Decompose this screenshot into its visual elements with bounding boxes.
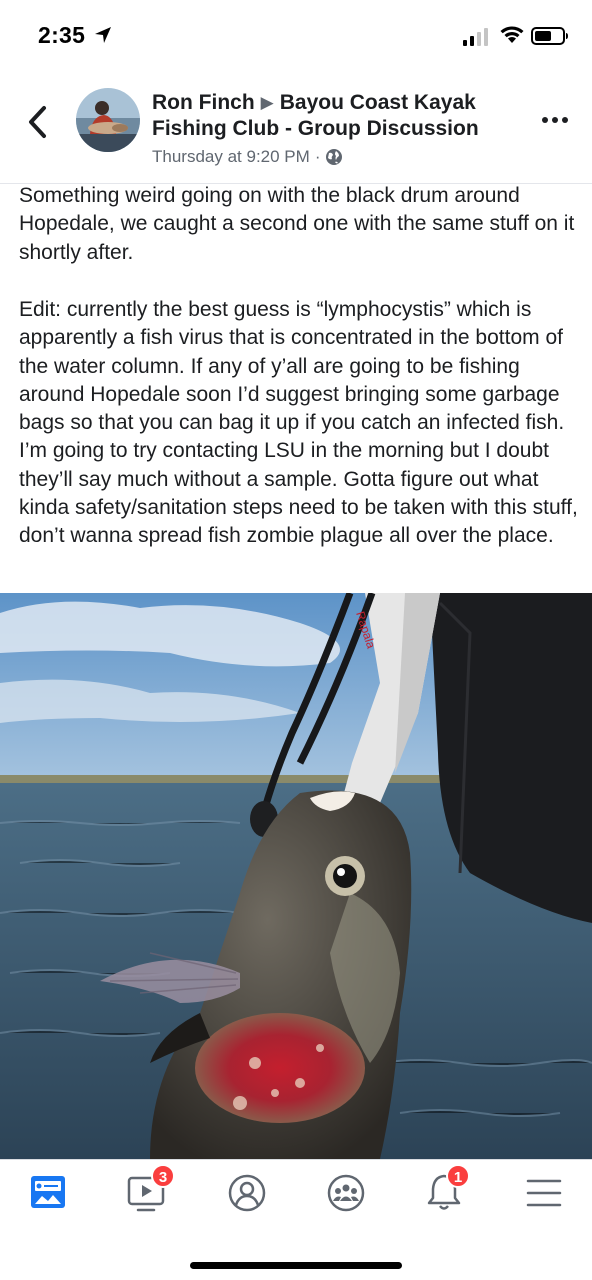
nav-groups[interactable] [322,1170,370,1216]
location-arrow-icon [95,27,111,43]
cellular-signal-icon [463,28,488,46]
nav-news-feed[interactable] [25,1170,73,1216]
nav-menu[interactable] [520,1170,568,1216]
nav-watch[interactable]: 3 [123,1164,175,1216]
profile-icon [228,1174,266,1212]
status-bar: 2:35 [0,0,592,72]
post-header: Ron Finch ▶ Bayou Coast Kayak Fishing Club… [0,72,592,184]
wifi-icon [500,26,524,43]
nav-profile[interactable] [223,1170,271,1216]
menu-icon [526,1179,562,1207]
globe-icon [326,149,343,165]
groups-icon [327,1174,365,1212]
home-indicator[interactable] [190,1262,402,1269]
status-time: 2:35 [38,22,86,48]
post-timestamp[interactable]: Thursday at 9:20 PM [152,146,310,168]
nav-notifications[interactable]: 1 [420,1164,470,1216]
author-name[interactable]: Ron Finch [152,91,255,114]
group-name-part1[interactable]: Bayou Coast Kayak [280,91,476,114]
battery-icon [531,27,568,45]
post-paragraph-1: Something weird going on with the black … [19,184,575,264]
post-paragraph-2: Edit: currently the best guess is “lymph… [19,298,578,548]
post-body: Something weird going on with the black … [0,184,592,588]
author-avatar[interactable] [76,88,140,152]
news-feed-icon [31,1176,65,1208]
chevron-left-icon [29,106,46,138]
post-title-block: Ron Finch ▶ Bayou Coast Kayak Fishing Club… [152,90,528,168]
notifications-badge: 1 [446,1164,470,1188]
more-options-button[interactable] [540,108,570,132]
triangle-right-icon: ▶ [260,93,274,112]
watch-badge: 3 [151,1164,175,1188]
back-button[interactable] [22,102,54,142]
group-name-part2[interactable]: Fishing Club - Group Discussion [152,117,479,140]
meta-separator: · [314,147,321,166]
post-photo[interactable]: Rapala [0,593,592,1159]
